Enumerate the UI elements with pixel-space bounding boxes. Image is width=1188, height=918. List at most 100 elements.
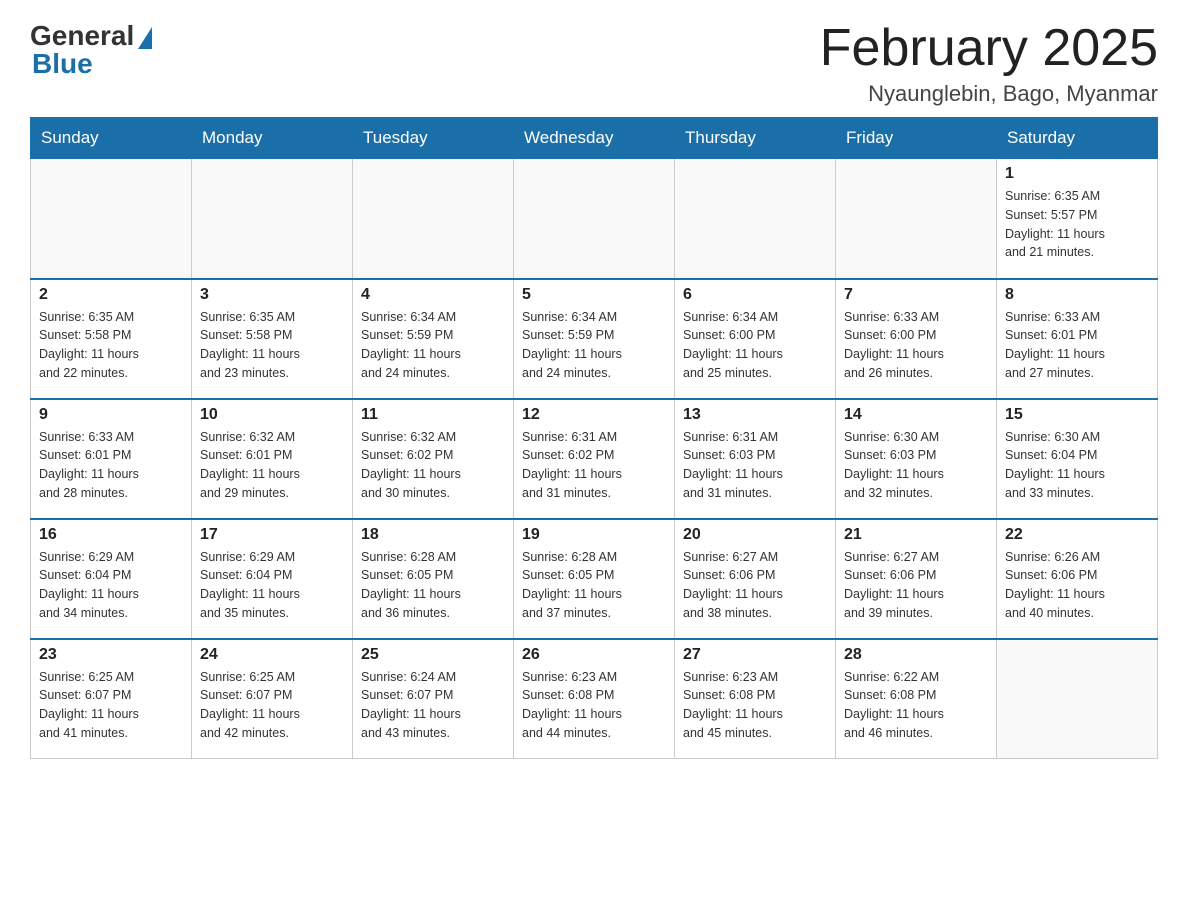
- day-number: 22: [1005, 526, 1149, 544]
- day-info: Sunrise: 6:34 AMSunset: 6:00 PMDaylight:…: [683, 308, 827, 383]
- col-header-saturday: Saturday: [997, 118, 1158, 159]
- table-row: 26 Sunrise: 6:23 AMSunset: 6:08 PMDayligh…: [514, 639, 675, 759]
- day-number: 23: [39, 646, 183, 664]
- table-row: 14 Sunrise: 6:30 AMSunset: 6:03 PMDayligh…: [836, 399, 997, 519]
- table-row: 21 Sunrise: 6:27 AMSunset: 6:06 PMDayligh…: [836, 519, 997, 639]
- day-number: 7: [844, 286, 988, 304]
- table-row: 12 Sunrise: 6:31 AMSunset: 6:02 PMDayligh…: [514, 399, 675, 519]
- calendar-week-row-1: 1Sunrise: 6:35 AMSunset: 5:57 PMDaylight…: [31, 159, 1158, 279]
- table-row: 11 Sunrise: 6:32 AMSunset: 6:02 PMDayligh…: [353, 399, 514, 519]
- day-info: Sunrise: 6:30 AMSunset: 6:03 PMDaylight:…: [844, 428, 988, 503]
- month-title: February 2025: [820, 20, 1158, 77]
- day-info: Sunrise: 6:34 AMSunset: 5:59 PMDaylight:…: [361, 308, 505, 383]
- day-number: 15: [1005, 406, 1149, 424]
- day-info: Sunrise: 6:31 AMSunset: 6:02 PMDaylight:…: [522, 428, 666, 503]
- day-info: Sunrise: 6:28 AMSunset: 6:05 PMDaylight:…: [361, 548, 505, 623]
- col-header-tuesday: Tuesday: [353, 118, 514, 159]
- logo-triangle-icon: [138, 27, 152, 49]
- day-number: 26: [522, 646, 666, 664]
- day-info: Sunrise: 6:29 AMSunset: 6:04 PMDaylight:…: [39, 548, 183, 623]
- day-info: Sunrise: 6:25 AMSunset: 6:07 PMDaylight:…: [39, 668, 183, 743]
- day-info: Sunrise: 6:23 AMSunset: 6:08 PMDaylight:…: [683, 668, 827, 743]
- day-info: Sunrise: 6:23 AMSunset: 6:08 PMDaylight:…: [522, 668, 666, 743]
- day-info: Sunrise: 6:27 AMSunset: 6:06 PMDaylight:…: [844, 548, 988, 623]
- day-info: Sunrise: 6:24 AMSunset: 6:07 PMDaylight:…: [361, 668, 505, 743]
- day-number: 12: [522, 406, 666, 424]
- day-number: 1: [1005, 165, 1149, 183]
- table-row: [836, 159, 997, 279]
- day-number: 27: [683, 646, 827, 664]
- day-info: Sunrise: 6:33 AMSunset: 6:01 PMDaylight:…: [39, 428, 183, 503]
- day-number: 19: [522, 526, 666, 544]
- col-header-thursday: Thursday: [675, 118, 836, 159]
- table-row: [514, 159, 675, 279]
- day-number: 13: [683, 406, 827, 424]
- day-number: 21: [844, 526, 988, 544]
- day-info: Sunrise: 6:30 AMSunset: 6:04 PMDaylight:…: [1005, 428, 1149, 503]
- day-info: Sunrise: 6:29 AMSunset: 6:04 PMDaylight:…: [200, 548, 344, 623]
- calendar-header-row: Sunday Monday Tuesday Wednesday Thursday…: [31, 118, 1158, 159]
- day-number: 14: [844, 406, 988, 424]
- day-number: 4: [361, 286, 505, 304]
- table-row: 23 Sunrise: 6:25 AMSunset: 6:07 PMDayligh…: [31, 639, 192, 759]
- table-row: 4 Sunrise: 6:34 AMSunset: 5:59 PMDaylight…: [353, 279, 514, 399]
- day-number: 2: [39, 286, 183, 304]
- day-info: Sunrise: 6:32 AMSunset: 6:02 PMDaylight:…: [361, 428, 505, 503]
- table-row: 20 Sunrise: 6:27 AMSunset: 6:06 PMDayligh…: [675, 519, 836, 639]
- table-row: [353, 159, 514, 279]
- day-number: 3: [200, 286, 344, 304]
- day-number: 17: [200, 526, 344, 544]
- day-info: Sunrise: 6:32 AMSunset: 6:01 PMDaylight:…: [200, 428, 344, 503]
- table-row: 8 Sunrise: 6:33 AMSunset: 6:01 PMDaylight…: [997, 279, 1158, 399]
- calendar-week-row-4: 16Sunrise: 6:29 AMSunset: 6:04 PMDayligh…: [31, 519, 1158, 639]
- table-row: 16Sunrise: 6:29 AMSunset: 6:04 PMDayligh…: [31, 519, 192, 639]
- day-info: Sunrise: 6:33 AMSunset: 6:00 PMDaylight:…: [844, 308, 988, 383]
- day-number: 5: [522, 286, 666, 304]
- day-number: 18: [361, 526, 505, 544]
- calendar-week-row-2: 2 Sunrise: 6:35 AMSunset: 5:58 PMDaylight…: [31, 279, 1158, 399]
- day-number: 10: [200, 406, 344, 424]
- day-info: Sunrise: 6:26 AMSunset: 6:06 PMDaylight:…: [1005, 548, 1149, 623]
- table-row: 10 Sunrise: 6:32 AMSunset: 6:01 PMDayligh…: [192, 399, 353, 519]
- table-row: 2 Sunrise: 6:35 AMSunset: 5:58 PMDaylight…: [31, 279, 192, 399]
- table-row: 24 Sunrise: 6:25 AMSunset: 6:07 PMDayligh…: [192, 639, 353, 759]
- day-number: 11: [361, 406, 505, 424]
- day-number: 8: [1005, 286, 1149, 304]
- day-info: Sunrise: 6:22 AMSunset: 6:08 PMDaylight:…: [844, 668, 988, 743]
- col-header-monday: Monday: [192, 118, 353, 159]
- table-row: 3Sunrise: 6:35 AMSunset: 5:58 PMDaylight…: [192, 279, 353, 399]
- logo: General Blue: [30, 20, 152, 80]
- calendar-week-row-5: 23 Sunrise: 6:25 AMSunset: 6:07 PMDayligh…: [31, 639, 1158, 759]
- table-row: 17 Sunrise: 6:29 AMSunset: 6:04 PMDayligh…: [192, 519, 353, 639]
- calendar-table: Sunday Monday Tuesday Wednesday Thursday…: [30, 117, 1158, 759]
- day-info: Sunrise: 6:33 AMSunset: 6:01 PMDaylight:…: [1005, 308, 1149, 383]
- day-info: Sunrise: 6:35 AMSunset: 5:58 PMDaylight:…: [39, 308, 183, 383]
- table-row: 1Sunrise: 6:35 AMSunset: 5:57 PMDaylight…: [997, 159, 1158, 279]
- table-row: 15 Sunrise: 6:30 AMSunset: 6:04 PMDayligh…: [997, 399, 1158, 519]
- table-row: 5Sunrise: 6:34 AMSunset: 5:59 PMDaylight…: [514, 279, 675, 399]
- day-number: 20: [683, 526, 827, 544]
- day-info: Sunrise: 6:27 AMSunset: 6:06 PMDaylight:…: [683, 548, 827, 623]
- table-row: 22 Sunrise: 6:26 AMSunset: 6:06 PMDayligh…: [997, 519, 1158, 639]
- day-number: 24: [200, 646, 344, 664]
- calendar-week-row-3: 9 Sunrise: 6:33 AMSunset: 6:01 PMDaylight…: [31, 399, 1158, 519]
- day-number: 6: [683, 286, 827, 304]
- logo-blue-text: Blue: [32, 48, 93, 80]
- col-header-wednesday: Wednesday: [514, 118, 675, 159]
- location-text: Nyaunglebin, Bago, Myanmar: [820, 81, 1158, 107]
- day-info: Sunrise: 6:31 AMSunset: 6:03 PMDaylight:…: [683, 428, 827, 503]
- col-header-friday: Friday: [836, 118, 997, 159]
- table-row: 18 Sunrise: 6:28 AMSunset: 6:05 PMDayligh…: [353, 519, 514, 639]
- table-row: [675, 159, 836, 279]
- table-row: 28Sunrise: 6:22 AMSunset: 6:08 PMDayligh…: [836, 639, 997, 759]
- table-row: 7 Sunrise: 6:33 AMSunset: 6:00 PMDaylight…: [836, 279, 997, 399]
- day-info: Sunrise: 6:28 AMSunset: 6:05 PMDaylight:…: [522, 548, 666, 623]
- day-info: Sunrise: 6:25 AMSunset: 6:07 PMDaylight:…: [200, 668, 344, 743]
- table-row: 6 Sunrise: 6:34 AMSunset: 6:00 PMDaylight…: [675, 279, 836, 399]
- table-row: [31, 159, 192, 279]
- page-header: General Blue February 2025 Nyaunglebin, …: [30, 20, 1158, 107]
- table-row: 13 Sunrise: 6:31 AMSunset: 6:03 PMDayligh…: [675, 399, 836, 519]
- day-number: 9: [39, 406, 183, 424]
- table-row: 25Sunrise: 6:24 AMSunset: 6:07 PMDayligh…: [353, 639, 514, 759]
- table-row: 9 Sunrise: 6:33 AMSunset: 6:01 PMDaylight…: [31, 399, 192, 519]
